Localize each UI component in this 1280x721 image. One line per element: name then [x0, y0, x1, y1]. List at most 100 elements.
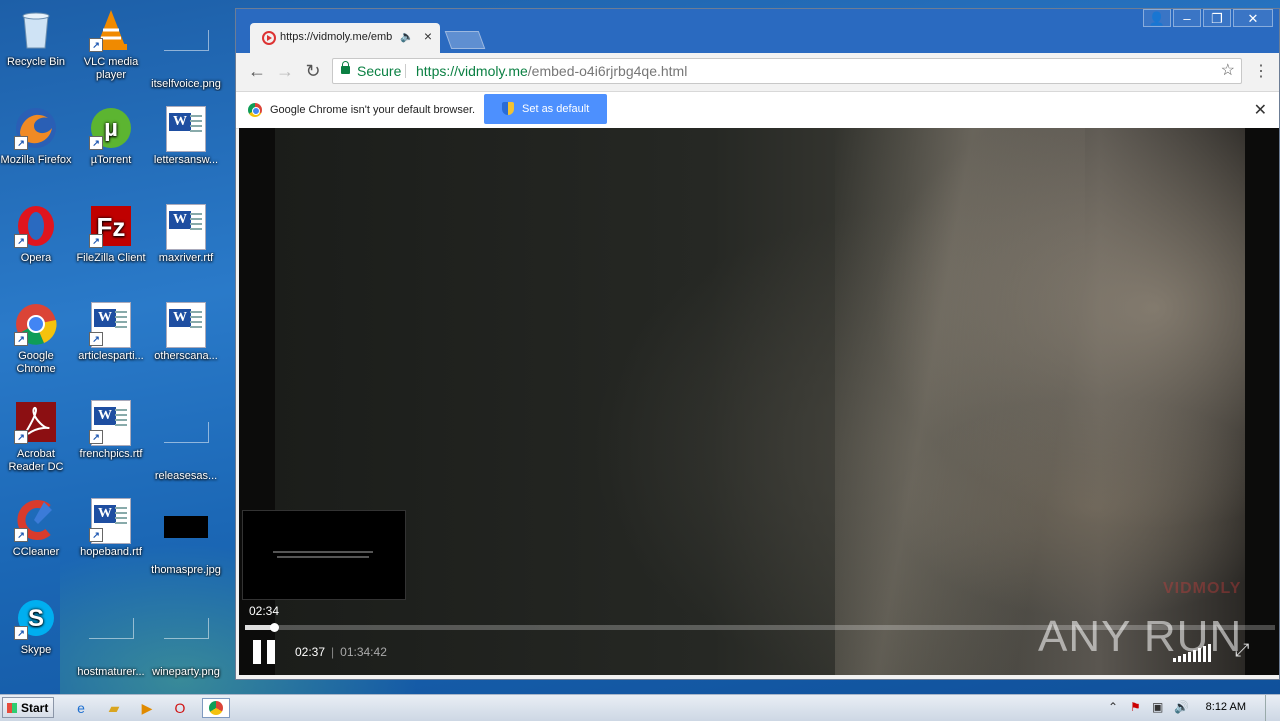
- back-arrow-icon[interactable]: ←: [246, 61, 268, 82]
- shortcut-arrow-icon: ↗: [14, 234, 28, 248]
- windows-logo-icon: [7, 703, 17, 713]
- bookmark-star-icon[interactable]: ☆: [1221, 59, 1235, 83]
- skype-icon: S ↗: [14, 596, 58, 640]
- video-player[interactable]: VIDMOLY 02:34 02:37 | 01:34:42 ⤢: [239, 128, 1279, 675]
- total-duration: 01:34:42: [340, 645, 387, 659]
- desktop-icon-hopeband[interactable]: W ↗ hopeband.rtf: [73, 498, 149, 559]
- chrome-icon: ↗: [14, 302, 58, 346]
- pause-button[interactable]: [253, 640, 277, 664]
- seek-hover-time: 02:34: [249, 604, 280, 618]
- show-desktop-button[interactable]: [1265, 695, 1280, 721]
- desktop-icon-lettersansw[interactable]: W lettersansw...: [148, 106, 224, 167]
- url-text: https://vidmoly.me/embed-o4i6rjrbg4qe.ht…: [416, 63, 688, 79]
- set-as-default-button[interactable]: Set as default: [484, 94, 607, 124]
- desktop-icon-google-chrome[interactable]: ↗ Google Chrome: [0, 302, 74, 376]
- desktop-icon-skype[interactable]: S ↗ Skype: [0, 596, 74, 657]
- word-document-icon: W ↗: [89, 302, 133, 348]
- desktop-icon-otherscana[interactable]: W otherscana...: [148, 302, 224, 363]
- browser-toolbar: ← → ↻ Secure https://vidmoly.me/embed-o4…: [236, 53, 1279, 92]
- show-hidden-icons-icon[interactable]: ⌃: [1108, 700, 1118, 714]
- word-document-icon: W: [164, 302, 208, 348]
- title-bar: https://vidmoly.me/emb 🔈 × 👤 – ❐ ✕: [236, 9, 1279, 53]
- shortcut-arrow-icon: ↗: [89, 136, 103, 150]
- desktop-icon-releasesas[interactable]: releasesas...: [148, 400, 224, 483]
- desktop-icon-articlesparti[interactable]: W ↗ articlesparti...: [73, 302, 149, 363]
- utorrent-icon: µ ↗: [89, 106, 133, 150]
- desktop-icon-utorrent[interactable]: µ ↗ µTorrent: [73, 106, 149, 167]
- internet-explorer-icon[interactable]: e: [70, 698, 92, 718]
- shortcut-arrow-icon: ↗: [14, 528, 28, 542]
- action-center-icon[interactable]: ⚑: [1130, 700, 1141, 714]
- acrobat-icon: ↗: [14, 400, 58, 444]
- infobar-close-icon[interactable]: ✕: [1254, 100, 1267, 120]
- video-frame: [275, 128, 1245, 675]
- desktop-icon-maxriver[interactable]: W maxriver.rtf: [148, 204, 224, 265]
- desktop-icon-firefox[interactable]: ↗ Mozilla Firefox: [0, 106, 74, 167]
- close-window-button[interactable]: ✕: [1233, 9, 1273, 27]
- opera-icon: ↗: [14, 204, 58, 248]
- blank-file-icon: [89, 618, 134, 662]
- opera-taskbar-icon[interactable]: O: [169, 698, 191, 718]
- chrome-menu-icon[interactable]: ⋮: [1253, 61, 1269, 81]
- image-file-icon: [164, 618, 209, 662]
- address-bar[interactable]: Secure https://vidmoly.me/embed-o4i6rjrb…: [332, 58, 1242, 84]
- new-tab-button[interactable]: [444, 31, 486, 49]
- browser-tab[interactable]: https://vidmoly.me/emb 🔈 ×: [250, 23, 440, 53]
- pause-icon: [253, 640, 261, 664]
- speaker-icon[interactable]: 🔈: [400, 30, 414, 43]
- chrome-logo-icon: [248, 103, 262, 117]
- media-player-icon[interactable]: ▶: [136, 698, 158, 718]
- chrome-taskbar-icon[interactable]: [202, 698, 230, 718]
- blank-file-icon: [164, 422, 209, 466]
- desktop-icon-acrobat[interactable]: ↗ Acrobat Reader DC: [0, 400, 74, 474]
- vidmoly-favicon-icon: [262, 31, 276, 45]
- desktop-icon-frenchpics[interactable]: W ↗ frenchpics.rtf: [73, 400, 149, 461]
- shortcut-arrow-icon: ↗: [89, 528, 103, 542]
- image-file-icon: [164, 30, 209, 74]
- secure-label: Secure: [357, 63, 402, 79]
- restore-button[interactable]: ❐: [1203, 9, 1231, 27]
- desktop-icon-recycle-bin[interactable]: Recycle Bin: [0, 8, 74, 69]
- desktop-icon-vlc[interactable]: ↗ VLC media player: [73, 8, 149, 82]
- start-button[interactable]: Start: [2, 697, 54, 718]
- minimize-button[interactable]: –: [1173, 9, 1201, 27]
- current-time: 02:37: [295, 645, 326, 659]
- desktop-icon-opera[interactable]: ↗ Opera: [0, 204, 74, 265]
- shortcut-arrow-icon: ↗: [89, 430, 103, 444]
- shortcut-arrow-icon: ↗: [14, 626, 28, 640]
- desktop-icon-itselfvoice[interactable]: itselfvoice.png: [148, 8, 224, 91]
- ccleaner-icon: ↗: [14, 498, 58, 542]
- file-explorer-icon[interactable]: ▰: [103, 698, 125, 718]
- desktop-icon-hostmaturer[interactable]: hostmaturer...: [73, 596, 149, 679]
- shortcut-arrow-icon: ↗: [89, 332, 103, 346]
- seek-bar-handle[interactable]: [269, 623, 279, 632]
- network-icon[interactable]: ▣: [1152, 700, 1163, 714]
- window-controls: 👤 – ❐ ✕: [1141, 9, 1273, 27]
- forward-arrow-icon[interactable]: →: [274, 61, 296, 82]
- time-display: 02:37 | 01:34:42: [295, 645, 387, 659]
- svg-text:µ: µ: [104, 115, 118, 142]
- system-tray: ⌃ ⚑ ▣ 🔊 8:12 AM: [1100, 695, 1280, 721]
- taskbar: Start e ▰ ▶ O ⌃ ⚑ ▣ 🔊 8:12 AM: [0, 694, 1280, 721]
- anyrun-watermark: ANY RUN: [1038, 612, 1243, 661]
- desktop-icon-wineparty[interactable]: wineparty.png: [148, 596, 224, 679]
- reload-icon[interactable]: ↻: [302, 61, 324, 82]
- desktop-icon-filezilla[interactable]: Fz ↗ FileZilla Client: [73, 204, 149, 265]
- svg-text:S: S: [28, 605, 44, 632]
- firefox-icon: ↗: [14, 106, 58, 150]
- desktop-icon-thomaspre[interactable]: thomaspre.jpg: [148, 498, 224, 577]
- desktop-icon-ccleaner[interactable]: ↗ CCleaner: [0, 498, 74, 559]
- lock-icon: [341, 61, 350, 74]
- word-document-icon: W ↗: [89, 498, 133, 544]
- clock[interactable]: 8:12 AM: [1206, 701, 1246, 713]
- vlc-icon: ↗: [89, 8, 133, 52]
- vidmoly-logo: VIDMOLY: [1163, 580, 1242, 597]
- uac-shield-icon: [502, 102, 514, 115]
- tab-close-icon[interactable]: ×: [424, 28, 432, 44]
- word-document-icon: W: [164, 204, 208, 250]
- word-document-icon: W ↗: [89, 400, 133, 446]
- volume-icon[interactable]: 🔊: [1174, 700, 1189, 714]
- profile-icon[interactable]: 👤: [1143, 9, 1171, 27]
- filezilla-icon: Fz ↗: [89, 204, 133, 248]
- shortcut-arrow-icon: ↗: [89, 234, 103, 248]
